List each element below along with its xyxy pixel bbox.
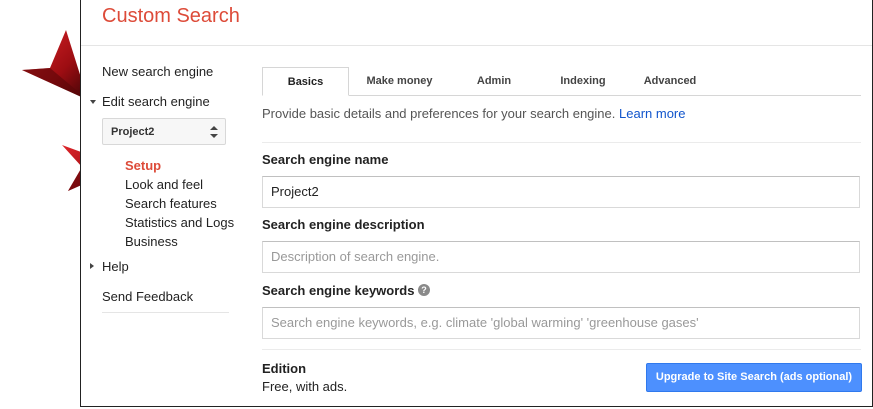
upgrade-site-search-button[interactable]: Upgrade to Site Search (ads optional) [646,363,862,392]
tab-underline [349,95,861,96]
new-search-engine-link[interactable]: New search engine [102,64,213,79]
edition-value: Free, with ads. [262,379,348,394]
tab-bar: Basics Make money Admin Indexing Advance… [262,67,861,96]
section-divider [262,349,861,350]
edition-title: Edition [262,361,307,376]
learn-more-link[interactable]: Learn more [619,106,685,121]
sidebar-item-search-features[interactable]: Search features [125,196,217,211]
sidebar-item-statistics-and-logs[interactable]: Statistics and Logs [125,215,234,230]
search-engine-name-input[interactable]: Project2 [262,176,860,208]
send-feedback-link[interactable]: Send Feedback [102,289,193,304]
tab-make-money[interactable]: Make money [349,67,450,96]
help-link[interactable]: Help [102,259,129,274]
select-arrows-icon [210,126,218,138]
search-engine-description-input[interactable]: Description of search engine. [262,241,860,273]
help-icon[interactable]: ? [418,284,430,296]
engine-select[interactable]: Project2 [102,118,226,145]
section-divider [262,142,861,143]
sidebar-item-setup[interactable]: Setup [125,158,161,173]
header-divider [81,45,872,46]
chevron-right-icon [90,263,94,269]
intro-description: Provide basic details and preferences fo… [262,106,616,121]
sidebar-item-business[interactable]: Business [125,234,178,249]
engine-select-value: Project2 [111,126,155,138]
chevron-down-icon [90,100,96,104]
tab-indexing[interactable]: Indexing [538,67,628,96]
description-label: Search engine description [262,217,425,232]
name-label: Search engine name [262,152,389,167]
sidebar-divider [102,312,229,313]
edit-search-engine-link[interactable]: Edit search engine [102,94,210,109]
search-engine-keywords-input[interactable]: Search engine keywords, e.g. climate 'gl… [262,307,860,339]
sidebar-item-look-and-feel[interactable]: Look and feel [125,177,203,192]
tab-admin[interactable]: Admin [450,67,538,96]
custom-search-page: Custom Search New search engine Edit sea… [80,0,873,407]
tab-basics[interactable]: Basics [262,67,349,96]
page-title: Custom Search [102,5,240,27]
intro-text: Provide basic details and preferences fo… [262,106,685,121]
keywords-label: Search engine keywords [262,283,415,298]
tab-advanced[interactable]: Advanced [628,67,712,96]
